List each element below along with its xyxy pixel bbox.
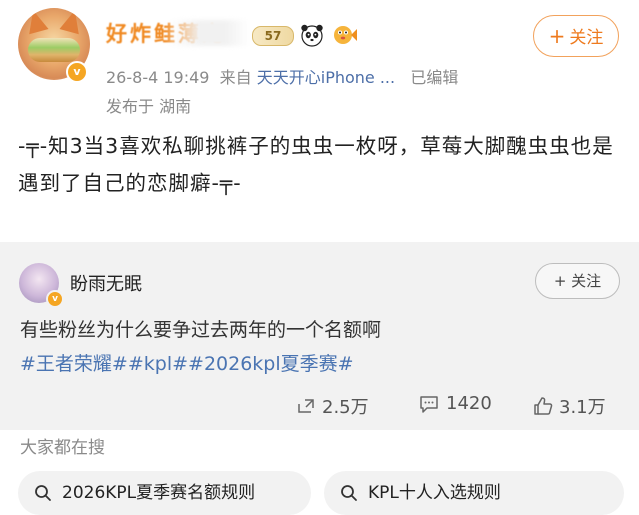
verified-badge-icon: v bbox=[66, 61, 88, 83]
search-suggestion[interactable]: KPL十人入选规则 bbox=[324, 471, 624, 515]
repost-count-button[interactable]: 2.5万 bbox=[296, 393, 369, 419]
post-timestamp: 26-8-4 19:49 bbox=[106, 68, 210, 87]
search-suggestion-label: KPL十人入选规则 bbox=[368, 483, 501, 503]
like-icon bbox=[534, 397, 553, 415]
avatar-ear-left bbox=[23, 8, 49, 35]
source-prefix: 来自 bbox=[219, 68, 252, 87]
quoted-post-hashtags[interactable]: #王者荣耀##kpl##2026kpl夏季赛# bbox=[20, 349, 354, 376]
like-count-button[interactable]: 3.1万 bbox=[533, 393, 606, 419]
follow-button[interactable]: + 关注 bbox=[533, 15, 619, 57]
plus-icon: + bbox=[548, 24, 566, 48]
like-count: 3.1万 bbox=[559, 397, 606, 418]
repost-count: 2.5万 bbox=[322, 397, 369, 418]
comment-count-button[interactable]: 1420 bbox=[418, 393, 492, 414]
quoted-follow-label: 关注 bbox=[571, 272, 602, 290]
comment-count: 1420 bbox=[446, 393, 492, 414]
level-badge: 57 bbox=[252, 26, 294, 46]
search-icon bbox=[35, 485, 51, 501]
quoted-post-text: 有些粉丝为什么要争过去两年的一个名额啊 bbox=[20, 319, 382, 341]
post-location: 发布于 湖南 bbox=[106, 97, 192, 116]
search-section-title: 大家都在搜 bbox=[20, 438, 105, 458]
edited-label: 已编辑 bbox=[410, 68, 459, 87]
post-text: -╤-知3当3喜欢私聊挑裤子的虫虫一枚呀，草莓大脚醜虫虫也是遇到了自己的恋脚癖-… bbox=[18, 134, 614, 195]
search-icon bbox=[341, 485, 357, 501]
follow-button-label: 关注 bbox=[569, 28, 604, 48]
search-suggestion[interactable]: 2026KPL夏季赛名额规则 bbox=[18, 471, 311, 515]
quoted-verified-badge-icon: v bbox=[46, 290, 64, 308]
post-source-link[interactable]: 天天开心iPhone ... bbox=[257, 68, 395, 87]
search-suggestion-label: 2026KPL夏季赛名额规则 bbox=[62, 483, 256, 503]
avatar-food bbox=[28, 38, 80, 62]
username-blur-overlay bbox=[168, 20, 250, 46]
plus-icon: + bbox=[553, 272, 572, 290]
pufferfish-icon bbox=[334, 26, 357, 44]
quoted-author-name[interactable]: 盼雨无眠 bbox=[70, 270, 142, 296]
avatar-ear-right bbox=[59, 8, 85, 35]
post-meta: 26-8-4 19:49 来自 天天开心iPhone ... 已编辑 bbox=[106, 64, 458, 88]
comment-icon bbox=[420, 395, 438, 413]
quoted-follow-button[interactable]: + 关注 bbox=[535, 263, 620, 299]
panda-icon bbox=[301, 24, 323, 47]
repost-icon bbox=[298, 399, 314, 413]
